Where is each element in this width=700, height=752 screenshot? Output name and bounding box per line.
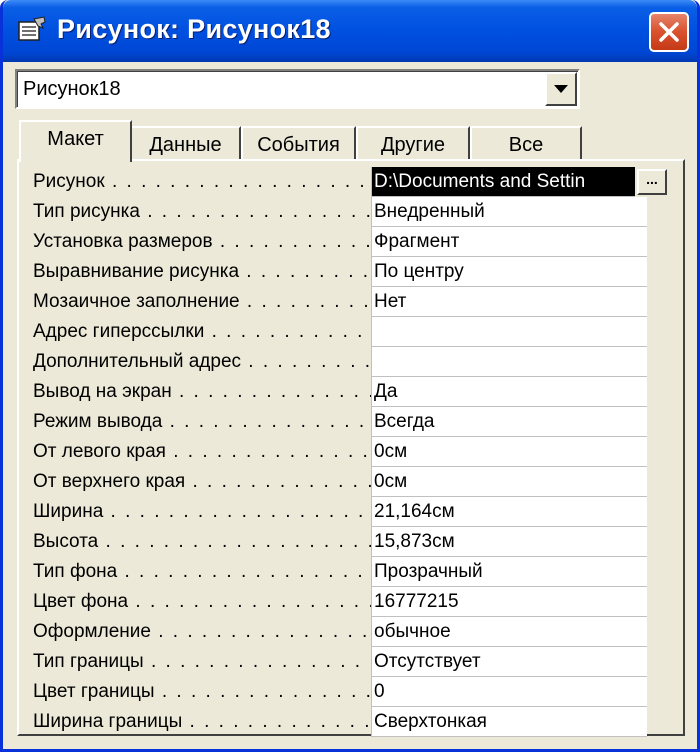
property-value[interactable]: 16777215 bbox=[371, 587, 647, 617]
property-value[interactable]: 15,873см bbox=[371, 527, 647, 557]
property-row[interactable]: Установка размеров Фрагмент bbox=[33, 227, 663, 257]
property-row[interactable]: Оформление обычное bbox=[33, 617, 663, 647]
property-label: Высота bbox=[33, 527, 371, 557]
build-button[interactable]: ... bbox=[637, 169, 667, 195]
property-label: Тип рисунка bbox=[33, 197, 371, 227]
property-label: Оформление bbox=[33, 617, 371, 647]
tab-layout[interactable]: Макет bbox=[19, 120, 132, 162]
property-label: Вывод на экран bbox=[33, 377, 371, 407]
property-value[interactable]: По центру bbox=[371, 257, 647, 287]
property-value[interactable]: 21,164см bbox=[371, 497, 647, 527]
close-button[interactable] bbox=[649, 12, 689, 52]
property-row[interactable]: Вывод на экран Да bbox=[33, 377, 663, 407]
property-label: Ширина bbox=[33, 497, 371, 527]
property-row-picture[interactable]: Рисунок D:\Documents and Settin ... bbox=[33, 167, 667, 197]
property-panel: Рисунок D:\Documents and Settin ... Тип … bbox=[17, 159, 685, 737]
title-bar[interactable]: Рисунок: Рисунок18 bbox=[3, 0, 697, 62]
property-row[interactable]: Режим вывода Всегда bbox=[33, 407, 663, 437]
property-label: Мозаичное заполнение bbox=[33, 287, 371, 317]
property-label: Тип границы bbox=[33, 647, 371, 677]
property-label: Цвет фона bbox=[33, 587, 371, 617]
property-label: Установка размеров bbox=[33, 227, 371, 257]
property-row[interactable]: Тип фона Прозрачный bbox=[33, 557, 663, 587]
property-row[interactable]: Выравнивание рисунка По центру bbox=[33, 257, 663, 287]
property-value[interactable]: Да bbox=[371, 377, 647, 407]
property-value[interactable] bbox=[371, 317, 647, 347]
property-row[interactable]: От левого края 0см bbox=[33, 437, 663, 467]
property-row[interactable]: Ширина границы Сверхтонкая bbox=[33, 707, 663, 737]
properties-window: Рисунок: Рисунок18 Рисунок18 Макет Данны… bbox=[0, 0, 700, 752]
property-value[interactable]: Сверхтонкая bbox=[371, 707, 647, 737]
window-title: Рисунок: Рисунок18 bbox=[57, 14, 331, 44]
property-value[interactable]: 0см bbox=[371, 437, 647, 467]
property-value[interactable]: обычное bbox=[371, 617, 647, 647]
property-value-picture-path[interactable]: D:\Documents and Settin bbox=[371, 167, 635, 197]
property-value[interactable]: 0см bbox=[371, 467, 647, 497]
property-row[interactable]: Цвет границы 0 bbox=[33, 677, 663, 707]
property-label: Режим вывода bbox=[33, 407, 371, 437]
property-row[interactable]: Адрес гиперссылки bbox=[33, 317, 663, 347]
tab-data[interactable]: Данные bbox=[130, 126, 241, 162]
property-row[interactable]: Высота 15,873см bbox=[33, 527, 663, 557]
property-row[interactable]: Ширина 21,164см bbox=[33, 497, 663, 527]
tab-all[interactable]: Все bbox=[470, 126, 582, 162]
property-label: От левого края bbox=[33, 437, 371, 467]
property-value[interactable]: Фрагмент bbox=[371, 227, 647, 257]
property-label: Ширина границы bbox=[33, 707, 371, 737]
property-value[interactable] bbox=[371, 347, 647, 377]
object-selector-value: Рисунок18 bbox=[23, 78, 121, 100]
property-row[interactable]: Тип рисунка Внедренный bbox=[33, 197, 663, 227]
property-label: Дополнительный адрес bbox=[33, 347, 371, 377]
property-label: Адрес гиперссылки bbox=[33, 317, 371, 347]
property-value[interactable]: Внедренный bbox=[371, 197, 647, 227]
tab-other[interactable]: Другие bbox=[356, 126, 470, 162]
property-label: Тип фона bbox=[33, 557, 371, 587]
property-value[interactable]: Прозрачный bbox=[371, 557, 647, 587]
property-row[interactable]: Дополнительный адрес bbox=[33, 347, 663, 377]
object-selector[interactable]: Рисунок18 bbox=[15, 69, 580, 109]
property-label: От верхнего края bbox=[33, 467, 371, 497]
property-row[interactable]: Тип границы Отсутствует bbox=[33, 647, 663, 677]
property-value[interactable]: 0 bbox=[371, 677, 647, 707]
property-row[interactable]: От верхнего края 0см bbox=[33, 467, 663, 497]
property-grid: Рисунок D:\Documents and Settin ... Тип … bbox=[33, 167, 667, 737]
tab-events[interactable]: События bbox=[241, 126, 356, 162]
property-label: Выравнивание рисунка bbox=[33, 257, 371, 287]
property-label: Рисунок bbox=[33, 167, 371, 197]
chevron-down-icon bbox=[554, 85, 568, 93]
property-value[interactable]: Всегда bbox=[371, 407, 647, 437]
property-label: Цвет границы bbox=[33, 677, 371, 707]
close-icon bbox=[659, 22, 679, 42]
property-value[interactable]: Нет bbox=[371, 287, 647, 317]
properties-sheet-icon bbox=[17, 16, 47, 42]
property-row[interactable]: Мозаичное заполнение Нет bbox=[33, 287, 663, 317]
object-selector-dropdown-button[interactable] bbox=[545, 72, 577, 106]
property-row[interactable]: Цвет фона 16777215 bbox=[33, 587, 663, 617]
property-value[interactable]: Отсутствует bbox=[371, 647, 647, 677]
